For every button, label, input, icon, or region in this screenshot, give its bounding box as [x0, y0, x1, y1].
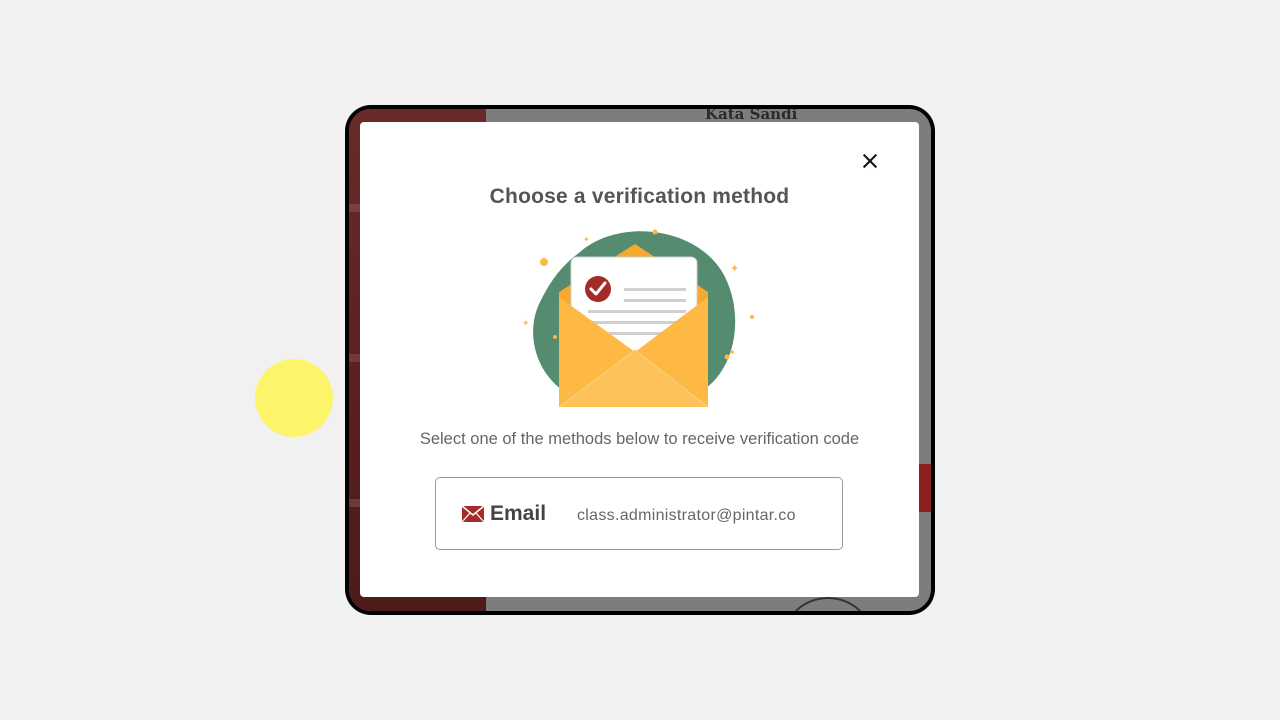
letter-line	[588, 310, 686, 313]
sparkle-dot	[540, 258, 548, 266]
email-method-option[interactable]: Email class.administrator@pintar.co	[435, 477, 843, 550]
envelope-icon	[462, 506, 484, 522]
modal-subtitle: Select one of the methods below to recei…	[419, 430, 860, 448]
verification-modal: Choose a verification method ✦ ✦ ✦ Selec…	[360, 122, 919, 597]
method-email-address: class.administrator@pintar.co	[577, 507, 796, 524]
app-screen: Kata Sandi Choose a verification method …	[349, 109, 931, 611]
sparkle-star: ✦	[522, 319, 530, 329]
envelope-illustration: ✦ ✦ ✦	[522, 229, 754, 408]
check-icon	[585, 276, 611, 302]
sparkle-star: ✦	[730, 262, 739, 275]
sparkle-dot	[553, 335, 557, 339]
sparkle-dot	[652, 229, 658, 235]
letter-line	[624, 288, 686, 291]
device-frame: Kata Sandi Choose a verification method …	[345, 105, 935, 615]
sparkle-dot	[724, 354, 730, 360]
background-heading: Kata Sandi	[705, 109, 798, 123]
letter-line	[588, 321, 686, 324]
click-indicator	[255, 359, 333, 437]
sparkle-star: ✦	[583, 235, 590, 244]
sparkle-dot	[750, 315, 754, 319]
sparkle-dot	[730, 350, 734, 354]
letter-line	[624, 299, 686, 302]
modal-title: Choose a verification method	[489, 185, 790, 208]
close-button[interactable]	[859, 150, 881, 172]
method-label: Email	[490, 502, 547, 525]
